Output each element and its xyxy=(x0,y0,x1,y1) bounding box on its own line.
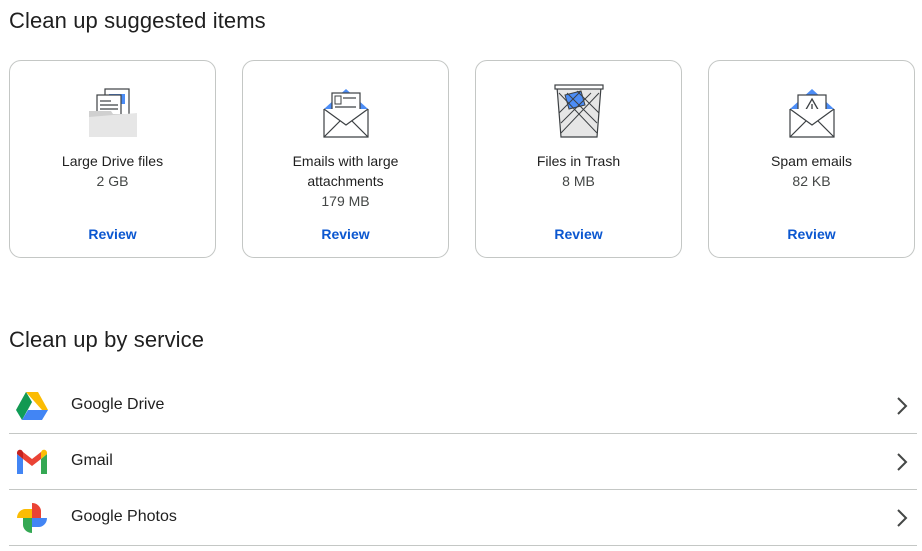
card-title: Large Drive files xyxy=(61,153,164,169)
service-label: Gmail xyxy=(71,452,113,469)
service-row-google-drive[interactable]: Google Drive xyxy=(9,378,917,434)
review-button[interactable]: Review xyxy=(709,226,914,242)
service-row-google-photos[interactable]: Google Photos xyxy=(9,490,917,546)
card-size: 2 GB xyxy=(96,173,129,189)
card-title: Files in Trash xyxy=(536,153,621,169)
chevron-right-icon xyxy=(897,453,908,471)
review-button[interactable]: Review xyxy=(10,226,215,242)
gmail-logo-icon xyxy=(17,449,47,474)
email-attachment-illustration-icon xyxy=(322,89,369,138)
service-list: Google Drive Gmail Google Photos xyxy=(9,378,917,546)
card-large-drive-files[interactable]: Large Drive files 2 GB Review xyxy=(9,60,216,258)
card-emails-large-attachments[interactable]: Emails with large attachments 179 MB Rev… xyxy=(242,60,449,258)
card-size: 8 MB xyxy=(562,173,595,189)
card-title: Spam emails xyxy=(771,153,852,169)
card-spam-emails[interactable]: Spam emails 82 KB Review xyxy=(708,60,915,258)
card-title: Emails with large attachments xyxy=(292,153,399,189)
card-files-in-trash[interactable]: Files in Trash 8 MB Review xyxy=(475,60,682,258)
card-size: 179 MB xyxy=(321,193,370,209)
drive-files-illustration-icon xyxy=(88,88,137,137)
review-button[interactable]: Review xyxy=(243,226,448,242)
trash-bin-illustration-icon xyxy=(553,84,604,138)
spam-email-illustration-icon xyxy=(788,89,835,138)
card-size: 82 KB xyxy=(792,173,831,189)
suggested-section-title: Clean up suggested items xyxy=(9,8,266,33)
google-drive-logo-icon xyxy=(16,392,48,420)
service-label: Google Photos xyxy=(71,508,177,525)
review-button[interactable]: Review xyxy=(476,226,681,242)
suggested-cards: Large Drive files 2 GB Review Emails wit… xyxy=(9,60,917,260)
service-label: Google Drive xyxy=(71,396,165,413)
google-photos-logo-icon xyxy=(17,503,47,533)
chevron-right-icon xyxy=(897,397,908,415)
chevron-right-icon xyxy=(897,509,908,527)
service-row-gmail[interactable]: Gmail xyxy=(9,434,917,490)
by-service-section-title: Clean up by service xyxy=(9,327,205,352)
